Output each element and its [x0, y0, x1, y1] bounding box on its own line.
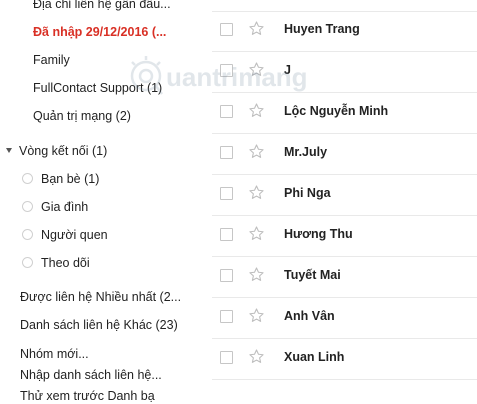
group-item-imported[interactable]: Đã nhập 29/12/2016 (... — [33, 25, 205, 39]
circle-item-label: Theo dõi — [41, 256, 90, 270]
contact-name: Hương Thu — [284, 227, 353, 241]
select-checkbox[interactable] — [220, 146, 233, 159]
group-item-recent-contacts[interactable]: Địa chỉ liên hệ gần đâu... — [33, 0, 205, 11]
select-checkbox[interactable] — [220, 64, 233, 77]
select-checkbox[interactable] — [220, 269, 233, 282]
contact-row[interactable]: Hương Thu — [212, 215, 477, 257]
contact-name: Lộc Nguyễn Minh — [284, 104, 389, 118]
circle-item-label: Bạn bè (1) — [41, 172, 100, 186]
star-icon[interactable] — [248, 307, 265, 324]
group-item-most-contacted[interactable]: Được liên hệ Nhiều nhất (2... — [20, 290, 205, 304]
select-checkbox[interactable] — [220, 105, 233, 118]
circle-item-theo-doi[interactable]: Theo dõi — [22, 256, 90, 270]
circle-item-label: Người quen — [41, 228, 108, 242]
contact-name: Phi Nga — [284, 186, 331, 200]
select-checkbox[interactable] — [220, 187, 233, 200]
star-icon[interactable] — [248, 348, 265, 365]
contact-name: Tuyết Mai — [284, 268, 341, 282]
contact-row[interactable]: Huyen Trang — [212, 10, 477, 52]
circles-group-toggle[interactable]: Vòng kết nối (1) — [6, 144, 107, 158]
contact-list: Huyen Trang J Lộc Nguyễn Minh Mr.July Ph… — [212, 0, 477, 404]
circle-item-gia-dinh[interactable]: Gia đình — [22, 200, 88, 214]
group-item-other-contacts[interactable]: Danh sách liên hệ Khác (23) — [20, 318, 205, 332]
group-item-quan-tri-mang[interactable]: Quản trị mạng (2) — [33, 109, 205, 123]
select-checkbox[interactable] — [220, 310, 233, 323]
circle-icon — [22, 173, 33, 185]
circle-icon — [22, 229, 33, 241]
collapse-triangle-icon — [6, 148, 12, 154]
preview-contacts-link[interactable]: Thử xem trước Danh bạ — [20, 389, 205, 403]
contact-name: Anh Vân — [284, 309, 335, 323]
star-icon[interactable] — [248, 143, 265, 160]
star-icon[interactable] — [248, 102, 265, 119]
star-icon[interactable] — [248, 20, 265, 37]
contact-name: Xuan Linh — [284, 350, 345, 364]
circle-icon — [22, 201, 33, 213]
contact-name: Huyen Trang — [284, 22, 360, 36]
contact-name: Mr.July — [284, 145, 328, 159]
import-contacts-link[interactable]: Nhập danh sách liên hệ... — [20, 368, 205, 382]
circles-group-label: Vòng kết nối (1) — [19, 144, 108, 158]
new-group-link[interactable]: Nhóm mới... — [20, 347, 205, 361]
contacts-sidebar: Địa chỉ liên hệ gần đâu... Đã nhập 29/12… — [0, 0, 206, 404]
circle-item-nguoi-quen[interactable]: Người quen — [22, 228, 108, 242]
star-icon[interactable] — [248, 61, 265, 78]
contact-name: J — [284, 63, 291, 77]
contact-row[interactable]: J — [212, 51, 477, 93]
group-item-fullcontact-support[interactable]: FullContact Support (1) — [33, 81, 205, 95]
select-checkbox[interactable] — [220, 23, 233, 36]
circle-item-ban-be[interactable]: Bạn bè (1) — [22, 172, 99, 186]
contact-row[interactable]: Xuan Linh — [212, 338, 477, 380]
circle-icon — [22, 257, 33, 269]
select-checkbox[interactable] — [220, 228, 233, 241]
contact-row[interactable]: Lộc Nguyễn Minh — [212, 92, 477, 134]
group-item-family[interactable]: Family — [33, 53, 205, 67]
contact-row[interactable]: Tuyết Mai — [212, 256, 477, 298]
contact-row[interactable]: Anh Vân — [212, 297, 477, 339]
star-icon[interactable] — [248, 225, 265, 242]
circle-item-label: Gia đình — [41, 200, 89, 214]
contact-row[interactable]: Mr.July — [212, 133, 477, 175]
contact-row[interactable]: Phi Nga — [212, 174, 477, 216]
star-icon[interactable] — [248, 184, 265, 201]
select-checkbox[interactable] — [220, 351, 233, 364]
star-icon[interactable] — [248, 266, 265, 283]
